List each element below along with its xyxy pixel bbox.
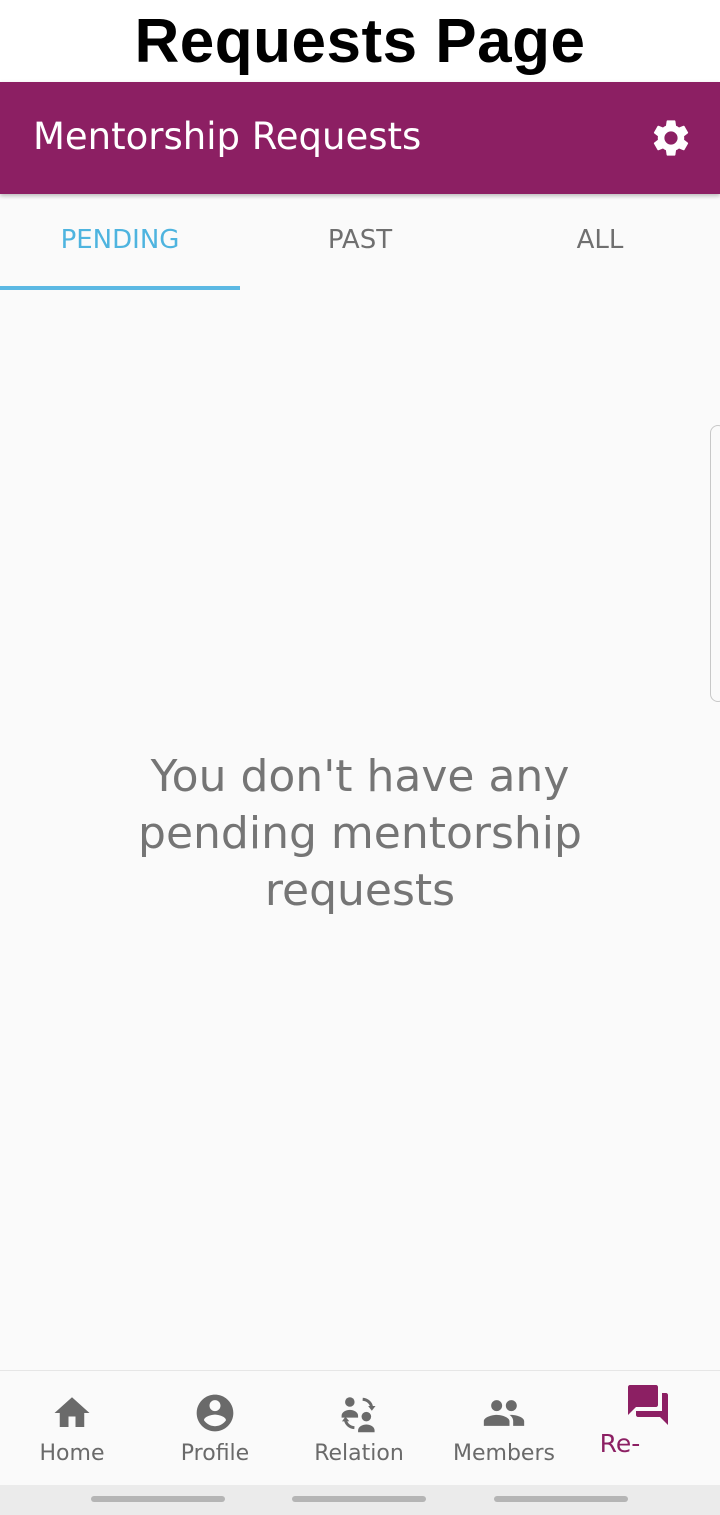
requests-content: You don't have any pending mentorship re…: [0, 290, 720, 1370]
home-gesture-button[interactable]: [292, 1496, 426, 1502]
tab-all-label: ALL: [576, 225, 624, 255]
home-icon: [54, 1397, 90, 1427]
tab-past[interactable]: PAST: [240, 194, 480, 290]
edge-panel-handle[interactable]: [710, 425, 720, 702]
people-icon: [483, 1400, 525, 1426]
back-button[interactable]: [494, 1496, 628, 1502]
system-navigation-bar: [0, 1485, 720, 1515]
account-circle-icon: [196, 1394, 234, 1432]
nav-requests-label: Re-: [599, 1429, 641, 1458]
forum-icon: [628, 1385, 668, 1425]
settings-button[interactable]: [646, 113, 696, 163]
app-bar: Mentorship Requests: [0, 82, 720, 194]
nav-members-label: Members: [453, 1441, 555, 1466]
tab-pending[interactable]: PENDING: [0, 194, 240, 290]
gear-icon: [653, 120, 689, 156]
tab-pending-label: PENDING: [60, 225, 180, 255]
page-caption: Requests Page: [0, 0, 720, 82]
nav-profile[interactable]: Profile: [170, 1371, 260, 1486]
nav-home-label: Home: [39, 1441, 105, 1466]
nav-members[interactable]: Members: [449, 1371, 559, 1486]
nav-home[interactable]: Home: [27, 1371, 117, 1486]
recent-apps-button[interactable]: [91, 1496, 225, 1502]
nav-requests[interactable]: Re-: [585, 1371, 675, 1486]
nav-profile-label: Profile: [180, 1441, 250, 1466]
empty-state-line: pending mentorship: [138, 808, 582, 859]
empty-state-line: You don't have any: [150, 751, 570, 802]
tab-past-label: PAST: [327, 225, 393, 255]
nav-relation[interactable]: Relation: [309, 1371, 409, 1486]
bottom-navigation: Home Profile Relation Members Re-: [0, 1370, 720, 1486]
tab-bar: PENDING PAST ALL: [0, 194, 720, 290]
app-bar-title: Mentorship Requests: [33, 114, 422, 158]
nav-relation-label: Relation: [314, 1441, 404, 1466]
empty-state-line: requests: [264, 865, 456, 916]
people-swap-icon: [341, 1397, 376, 1433]
tab-all[interactable]: ALL: [480, 194, 720, 290]
empty-state-message: You don't have any pending mentorship re…: [110, 748, 610, 919]
